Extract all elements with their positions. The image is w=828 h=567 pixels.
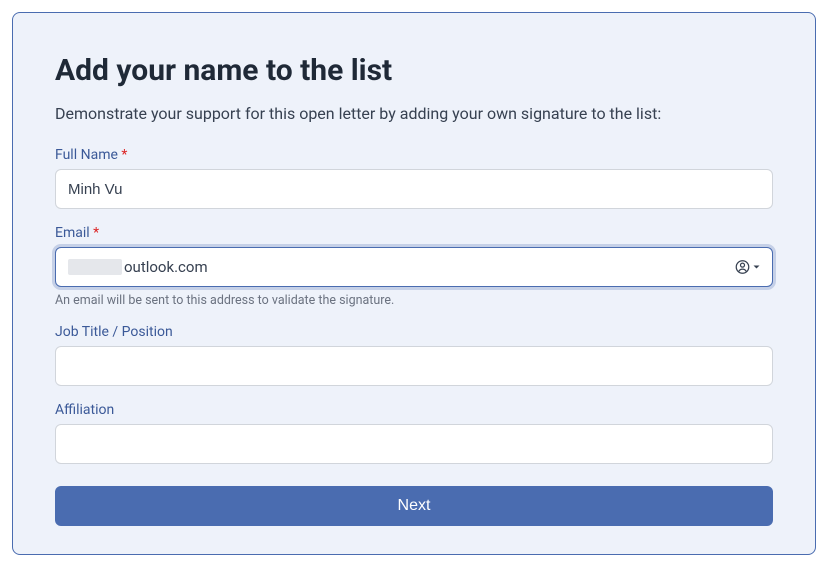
- affiliation-label: Affiliation: [55, 402, 773, 418]
- job-title-label: Job Title / Position: [55, 324, 773, 340]
- page-subtitle: Demonstrate your support for this open l…: [55, 104, 773, 123]
- field-group-job-title: Job Title / Position: [55, 324, 773, 386]
- next-button[interactable]: Next: [55, 486, 773, 526]
- affiliation-input[interactable]: [55, 424, 773, 464]
- required-indicator: *: [121, 147, 127, 163]
- field-group-full-name: Full Name *: [55, 147, 773, 209]
- email-input[interactable]: [55, 247, 773, 287]
- field-group-email: Email * outlook.com An email will be sen…: [55, 225, 773, 308]
- full-name-input[interactable]: [55, 169, 773, 209]
- job-title-input[interactable]: [55, 346, 773, 386]
- page-title: Add your name to the list: [55, 53, 773, 88]
- email-label: Email *: [55, 225, 773, 241]
- user-circle-icon: [735, 260, 750, 275]
- email-label-text: Email: [55, 225, 90, 241]
- full-name-label: Full Name *: [55, 147, 773, 163]
- email-input-wrapper: outlook.com: [55, 247, 773, 287]
- chevron-down-icon: [752, 263, 761, 272]
- field-group-affiliation: Affiliation: [55, 402, 773, 464]
- signature-form-container: Add your name to the list Demonstrate yo…: [12, 12, 816, 555]
- full-name-label-text: Full Name: [55, 147, 118, 163]
- contact-autofill-icon[interactable]: [735, 260, 761, 275]
- email-helper-text: An email will be sent to this address to…: [55, 293, 773, 308]
- required-indicator: *: [93, 225, 99, 241]
